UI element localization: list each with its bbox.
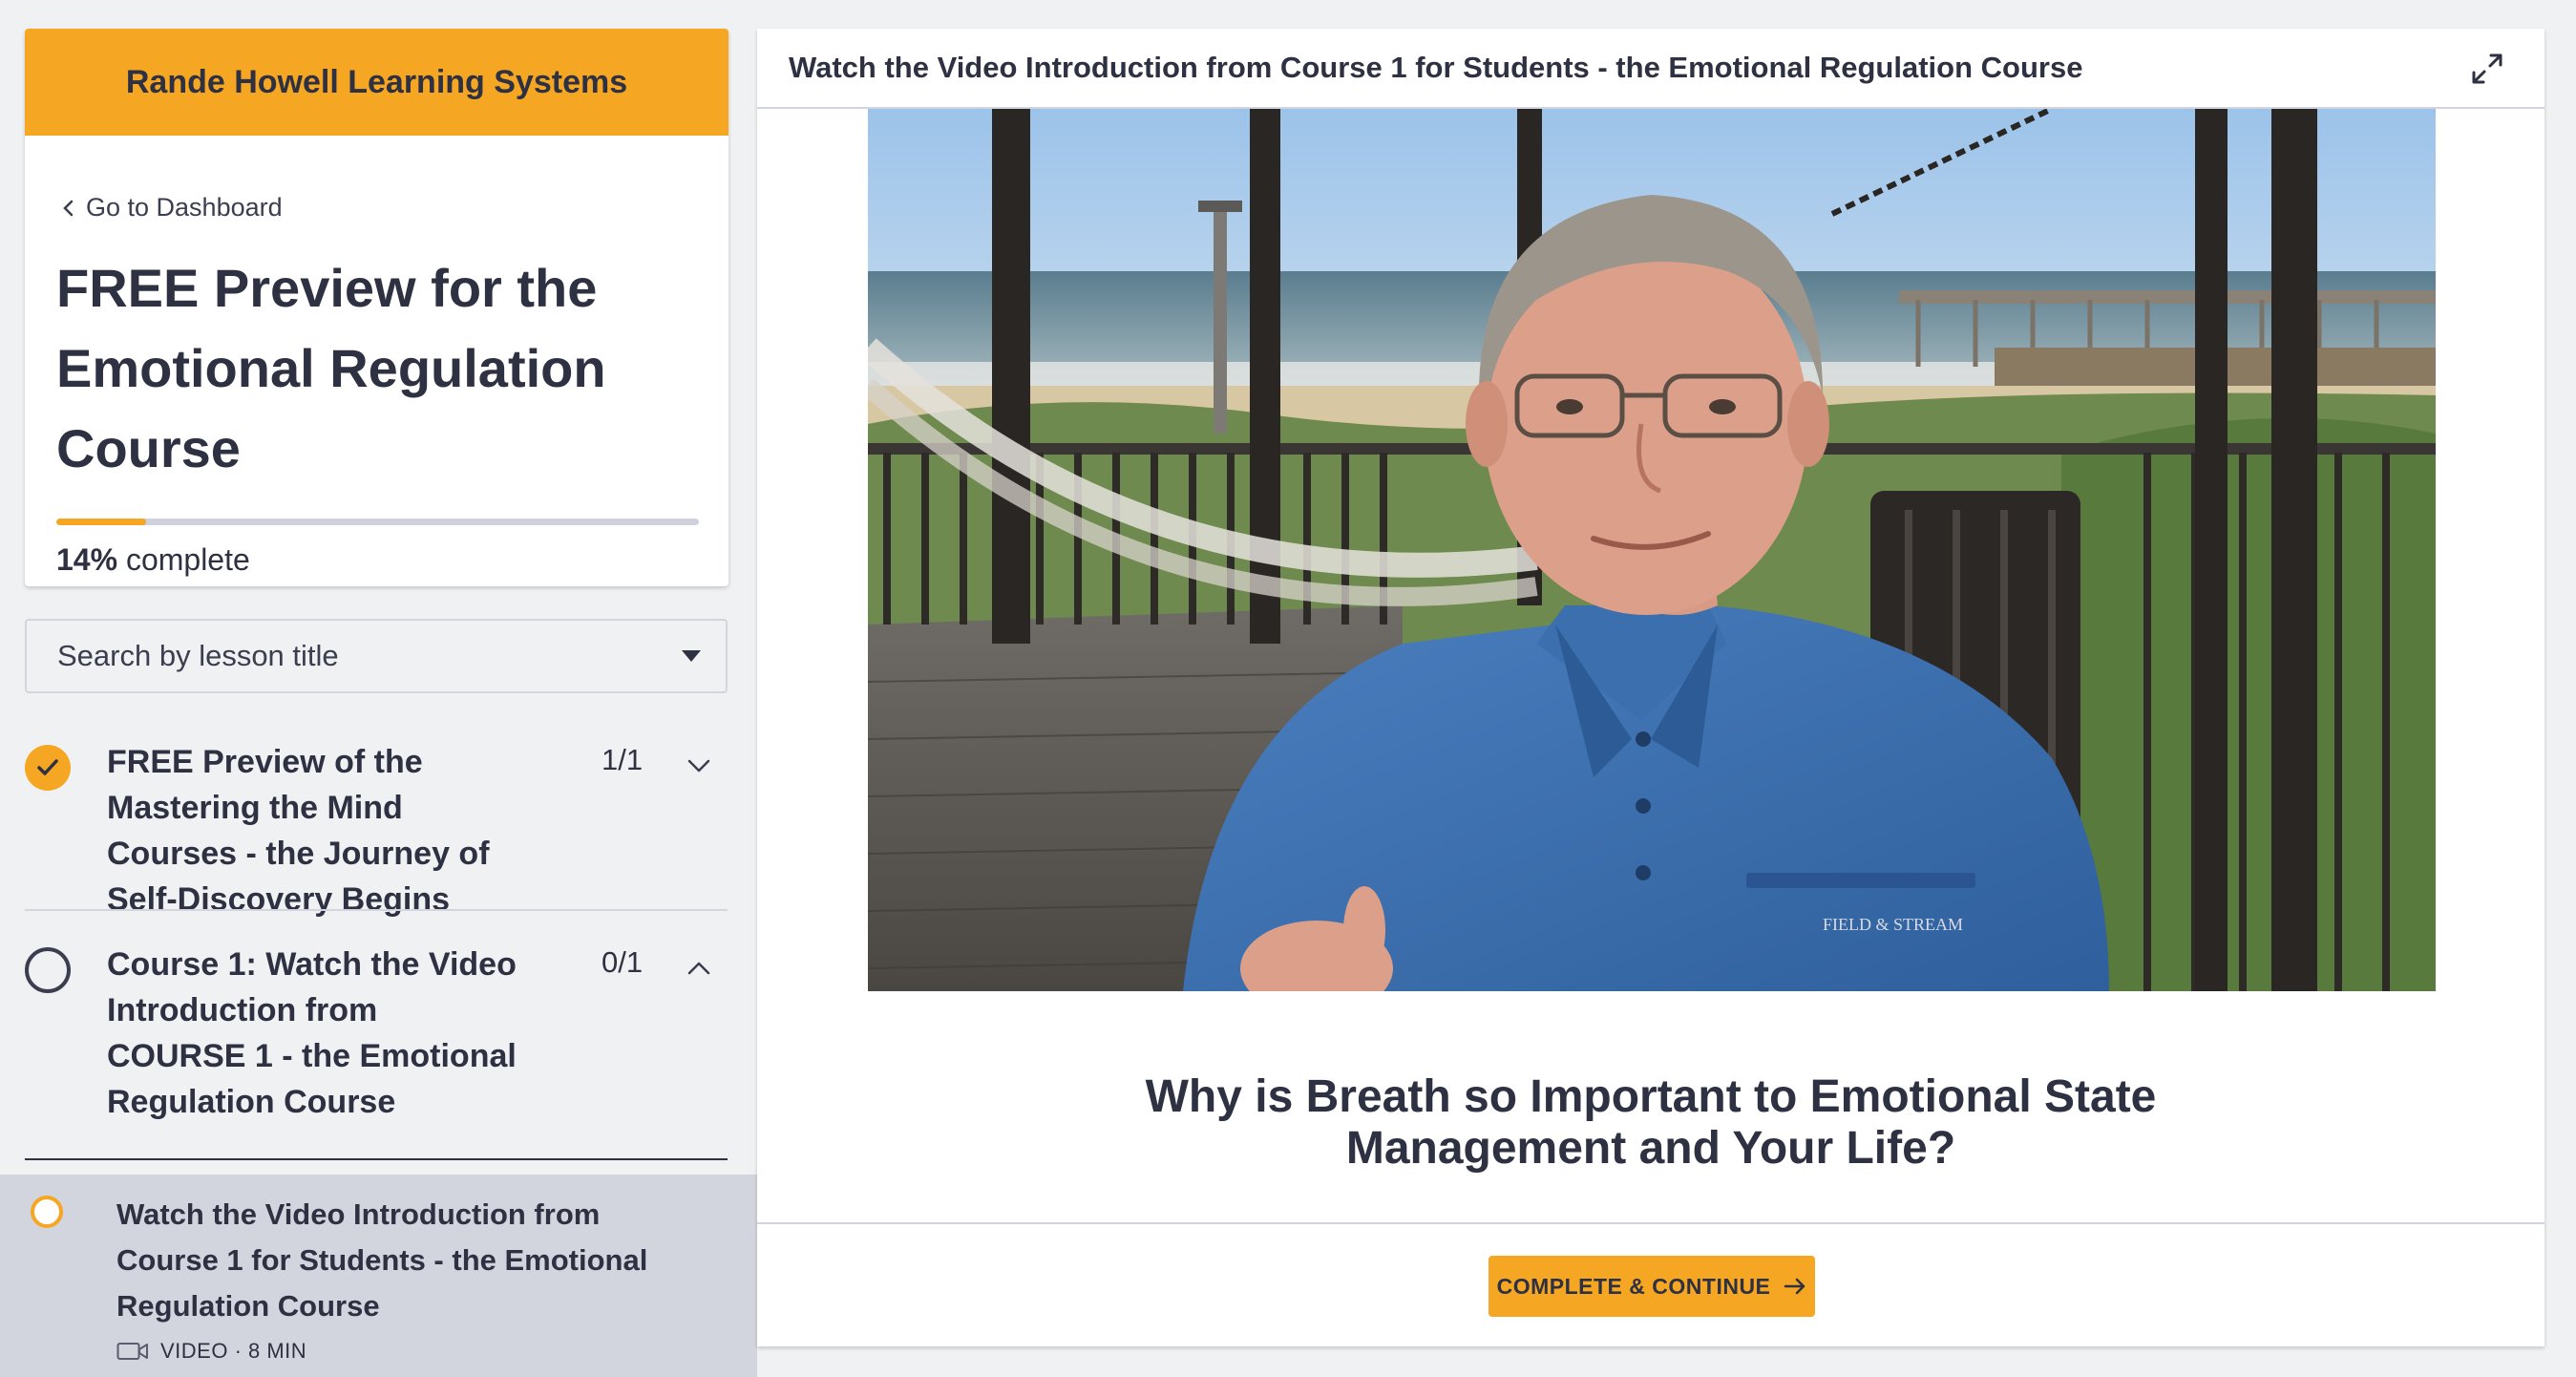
video-frame: FIELD & STREAM: [868, 109, 2436, 991]
lesson-title: Watch the Video Introduction from Course…: [116, 1197, 648, 1323]
complete-continue-label: COMPLETE & CONTINUE: [1496, 1273, 1771, 1299]
chapter-item[interactable]: Course 1: Watch the Video Introduction f…: [25, 942, 728, 1133]
video-camera-icon: [116, 1343, 148, 1360]
lesson-content-panel: Watch the Video Introduction from Course…: [757, 29, 2544, 1346]
progress-suffix: complete: [125, 542, 250, 577]
search-placeholder: Search by lesson title: [57, 639, 339, 672]
lesson-meta: VIDEO · 8 MIN: [116, 1339, 306, 1364]
chapter-count: 1/1: [602, 743, 644, 776]
caret-down-icon: [682, 650, 701, 662]
school-name[interactable]: Rande Howell Learning Systems: [25, 29, 728, 136]
chapter-count: 0/1: [602, 945, 644, 979]
chapter-title: Course 1: Watch the Video Introduction f…: [107, 946, 517, 1120]
lesson-header: Watch the Video Introduction from Course…: [757, 29, 2544, 109]
chapter-divider: [25, 909, 728, 911]
chapter-title: FREE Preview of the Mastering the Mind C…: [107, 744, 490, 918]
chevron-up-icon[interactable]: [686, 955, 712, 982]
lesson-header-title: Watch the Video Introduction from Course…: [789, 51, 2083, 84]
lesson-search-dropdown[interactable]: Search by lesson title: [25, 619, 728, 693]
course-info-card: Rande Howell Learning Systems Go to Dash…: [25, 29, 728, 586]
lesson-item-active[interactable]: Watch the Video Introduction from Course…: [0, 1175, 757, 1377]
empty-circle-icon: [25, 947, 71, 993]
fullscreen-icon[interactable]: [2468, 50, 2506, 88]
progress-percent: 14%: [56, 542, 118, 577]
chapter-divider: [25, 1158, 728, 1160]
lesson-footer: COMPLETE & CONTINUE: [757, 1222, 2544, 1346]
video-player[interactable]: FIELD & STREAM: [868, 109, 2436, 991]
check-circle-icon: [25, 745, 71, 791]
progress-bar-fill: [56, 519, 147, 525]
complete-continue-button[interactable]: COMPLETE & CONTINUE: [1489, 1256, 1815, 1317]
chapter-item[interactable]: FREE Preview of the Mastering the Mind C…: [25, 739, 728, 918]
course-title: FREE Preview for the Emotional Regulatio…: [56, 258, 606, 478]
chevron-down-icon[interactable]: [686, 752, 712, 779]
course-sidebar: Rande Howell Learning Systems Go to Dash…: [0, 0, 757, 1377]
video-caption-heading: Why is Breath so Important to Emotional …: [1145, 1071, 2157, 1174]
shirt-logo-text: FIELD & STREAM: [1823, 915, 1963, 934]
progress-text: 14% complete: [56, 542, 250, 578]
dashboard-link-label: Go to Dashboard: [86, 193, 283, 222]
dashboard-link[interactable]: Go to Dashboard: [61, 193, 283, 222]
lesson-status-circle-icon: [31, 1196, 63, 1228]
progress-bar: [56, 519, 699, 525]
lesson-meta-text: VIDEO · 8 MIN: [160, 1339, 307, 1363]
chevron-left-icon: [63, 200, 74, 216]
arrow-right-icon: [1784, 1278, 1805, 1295]
